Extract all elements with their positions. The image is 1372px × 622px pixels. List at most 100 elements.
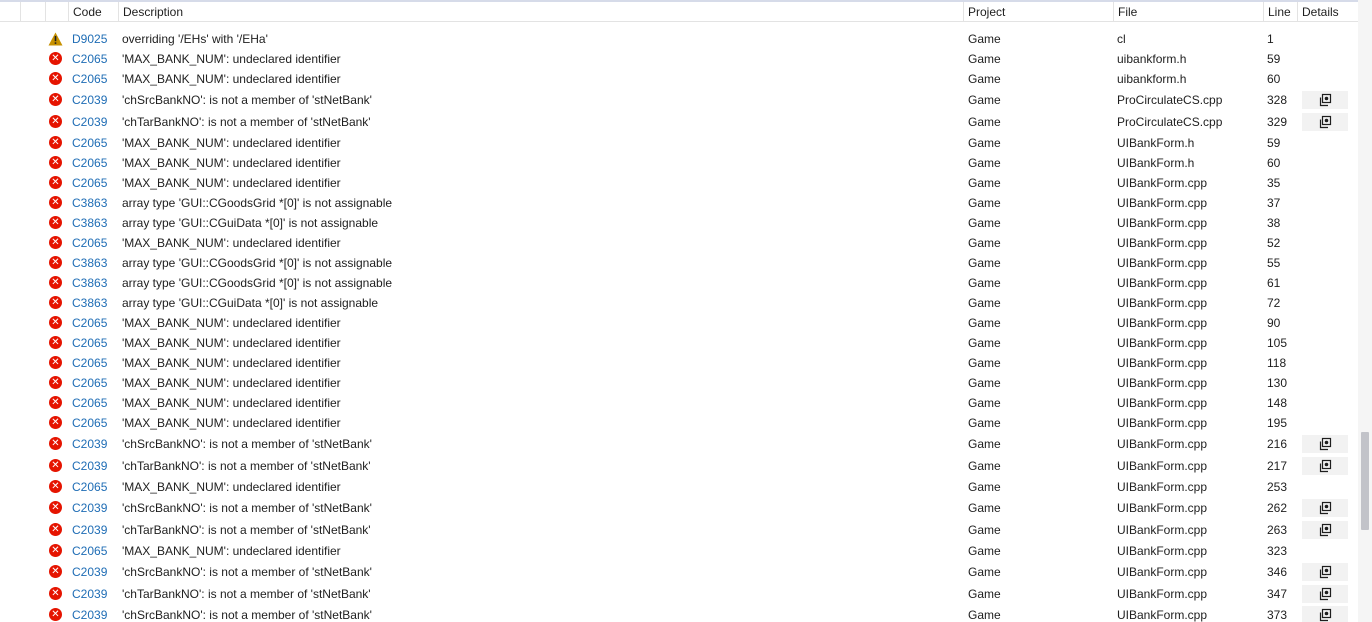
error-description: 'MAX_BANK_NUM': undeclared identifier	[122, 396, 341, 410]
error-row[interactable]: ✕ C3863 array type 'GUI::CGuiData *[0]' is…	[0, 213, 1358, 233]
column-header-category[interactable]	[20, 2, 45, 22]
show-details-button[interactable]	[1302, 521, 1348, 539]
error-icon: ✕	[49, 587, 62, 600]
error-code-link[interactable]: C2039	[72, 584, 116, 604]
error-file: ProCirculateCS.cpp	[1117, 93, 1223, 107]
error-code-link[interactable]: C2065	[72, 477, 116, 497]
error-code-link[interactable]: C2065	[72, 173, 116, 193]
error-line: 61	[1267, 276, 1281, 290]
show-details-button[interactable]	[1302, 91, 1348, 109]
error-code-link[interactable]: C2039	[72, 520, 116, 540]
column-header-code[interactable]: Code	[68, 2, 118, 22]
error-code-link[interactable]: C3863	[72, 253, 116, 273]
show-details-button[interactable]	[1302, 585, 1348, 603]
error-file: UIBankForm.cpp	[1117, 256, 1208, 270]
error-code-link[interactable]: C3863	[72, 213, 116, 233]
error-row[interactable]: ✕ C2065 'MAX_BANK_NUM': undeclared identif…	[0, 333, 1358, 353]
error-code-link[interactable]: C2039	[72, 434, 116, 454]
error-line: 38	[1267, 216, 1281, 230]
error-row[interactable]: ✕ C2039 'chSrcBankNO': is not a member of …	[0, 90, 1358, 110]
scrollbar-thumb[interactable]	[1361, 432, 1369, 530]
error-row[interactable]: ✕ C2065 'MAX_BANK_NUM': undeclared identif…	[0, 173, 1358, 193]
error-row[interactable]: ✕ C2065 'MAX_BANK_NUM': undeclared identif…	[0, 313, 1358, 333]
error-row[interactable]: ✕ C2039 'chTarBankNO': is not a member of …	[0, 456, 1358, 476]
details-cell	[1300, 353, 1350, 373]
error-code-link[interactable]: C2065	[72, 353, 116, 373]
error-code-link[interactable]: C2065	[72, 393, 116, 413]
column-header-line[interactable]: Line	[1263, 2, 1297, 22]
error-row[interactable]: ✕ C3863 array type 'GUI::CGuiData *[0]' is…	[0, 293, 1358, 313]
error-code-link[interactable]: C2065	[72, 541, 116, 561]
error-row[interactable]: ✕ C2065 'MAX_BANK_NUM': undeclared identif…	[0, 477, 1358, 497]
error-file: UIBankForm.h	[1117, 136, 1195, 150]
error-row[interactable]: ✕ C2065 'MAX_BANK_NUM': undeclared identif…	[0, 133, 1358, 153]
error-code-link[interactable]: D9025	[72, 29, 116, 49]
details-cell	[1300, 541, 1350, 561]
column-header-severity[interactable]	[45, 2, 68, 22]
error-code-link[interactable]: C2039	[72, 456, 116, 476]
error-code-link[interactable]: C2065	[72, 49, 116, 69]
error-row[interactable]: ✕ C2039 'chTarBankNO': is not a member of …	[0, 520, 1358, 540]
severity-cell: ✕	[47, 333, 65, 353]
error-row[interactable]: ✕ C2065 'MAX_BANK_NUM': undeclared identif…	[0, 353, 1358, 373]
error-code-link[interactable]: C3863	[72, 193, 116, 213]
error-description: 'chTarBankNO': is not a member of 'stNet…	[122, 459, 371, 473]
error-code-link[interactable]: C2065	[72, 333, 116, 353]
error-row[interactable]: ✕ C2039 'chTarBankNO': is not a member of …	[0, 112, 1358, 132]
error-code-link[interactable]: C2065	[72, 153, 116, 173]
details-cell	[1300, 133, 1350, 153]
error-row[interactable]: ✕ C2065 'MAX_BANK_NUM': undeclared identif…	[0, 233, 1358, 253]
error-code-link[interactable]: C2039	[72, 562, 116, 582]
error-code-link[interactable]: C2065	[72, 413, 116, 433]
error-code-link[interactable]: C3863	[72, 273, 116, 293]
error-row[interactable]: ✕ C2065 'MAX_BANK_NUM': undeclared identif…	[0, 49, 1358, 69]
show-details-button[interactable]	[1302, 563, 1348, 581]
column-header-description[interactable]: Description	[118, 2, 963, 22]
error-row[interactable]: ✕ C2065 'MAX_BANK_NUM': undeclared identif…	[0, 69, 1358, 89]
error-row[interactable]: ✕ C2065 'MAX_BANK_NUM': undeclared identif…	[0, 541, 1358, 561]
error-row[interactable]: ✕ C2039 'chTarBankNO': is not a member of …	[0, 584, 1358, 604]
details-cell	[1300, 233, 1350, 253]
error-line: 35	[1267, 176, 1281, 190]
error-icon: ✕	[49, 115, 62, 128]
error-code-link[interactable]: C2065	[72, 69, 116, 89]
error-row[interactable]: ✕ C2039 'chSrcBankNO': is not a member of …	[0, 562, 1358, 582]
error-code-link[interactable]: C3863	[72, 293, 116, 313]
error-project: Game	[968, 376, 1001, 390]
error-line: 216	[1267, 437, 1288, 451]
error-line: 60	[1267, 156, 1281, 170]
error-row[interactable]: ✕ C2065 'MAX_BANK_NUM': undeclared identif…	[0, 373, 1358, 393]
error-row[interactable]: ✕ C2039 'chSrcBankNO': is not a member of …	[0, 498, 1358, 518]
error-project: Game	[968, 216, 1001, 230]
column-header-project[interactable]: Project	[963, 2, 1113, 22]
vertical-scrollbar[interactable]	[1358, 0, 1372, 622]
show-details-button[interactable]	[1302, 606, 1348, 622]
show-details-button[interactable]	[1302, 435, 1348, 453]
details-cell	[1300, 293, 1350, 313]
error-row[interactable]: ✕ C2065 'MAX_BANK_NUM': undeclared identif…	[0, 413, 1358, 433]
error-code-link[interactable]: C2065	[72, 133, 116, 153]
error-code-link[interactable]: C2065	[72, 373, 116, 393]
error-row[interactable]: ✕ C2039 'chSrcBankNO': is not a member of …	[0, 605, 1358, 622]
error-row[interactable]: D9025 overriding '/EHs' with '/EHa' Game cl…	[0, 29, 1358, 49]
error-row[interactable]: ✕ C2065 'MAX_BANK_NUM': undeclared identif…	[0, 153, 1358, 173]
show-details-button[interactable]	[1302, 113, 1348, 131]
error-line: 346	[1267, 565, 1288, 579]
error-code-link[interactable]: C2039	[72, 605, 116, 622]
details-cell	[1300, 605, 1350, 622]
show-details-button[interactable]	[1302, 499, 1348, 517]
error-description: 'MAX_BANK_NUM': undeclared identifier	[122, 316, 341, 330]
error-code-link[interactable]: C2039	[72, 112, 116, 132]
error-row[interactable]: ✕ C3863 array type 'GUI::CGoodsGrid *[0]' …	[0, 253, 1358, 273]
column-header-file[interactable]: File	[1113, 2, 1263, 22]
error-code-link[interactable]: C2065	[72, 313, 116, 333]
error-row[interactable]: ✕ C3863 array type 'GUI::CGoodsGrid *[0]' …	[0, 193, 1358, 213]
error-row[interactable]: ✕ C2039 'chSrcBankNO': is not a member of …	[0, 434, 1358, 454]
error-row[interactable]: ✕ C3863 array type 'GUI::CGoodsGrid *[0]' …	[0, 273, 1358, 293]
show-details-button[interactable]	[1302, 457, 1348, 475]
error-row[interactable]: ✕ C2065 'MAX_BANK_NUM': undeclared identif…	[0, 393, 1358, 413]
column-header-details[interactable]: Details	[1297, 2, 1358, 22]
error-code-link[interactable]: C2065	[72, 233, 116, 253]
error-code-link[interactable]: C2039	[72, 90, 116, 110]
error-code-link[interactable]: C2039	[72, 498, 116, 518]
